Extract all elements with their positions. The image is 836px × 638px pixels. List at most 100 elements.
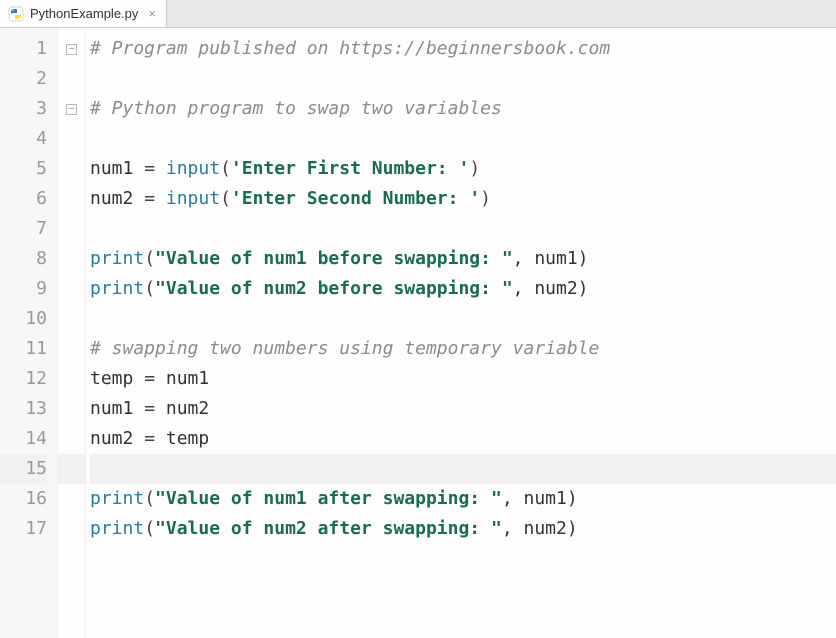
code-line[interactable]: # Python program to swap two variables xyxy=(90,94,836,124)
code-token: input xyxy=(166,188,220,209)
editor: 1234567891011121314151617 −− # Program p… xyxy=(0,28,836,638)
fold-marker[interactable]: − xyxy=(58,94,85,124)
line-number: 11 xyxy=(0,334,47,364)
code-token: ( xyxy=(144,278,155,299)
fold-gutter: −− xyxy=(58,28,86,638)
fold-marker xyxy=(58,184,85,214)
line-number-gutter: 1234567891011121314151617 xyxy=(0,28,58,638)
code-token: ( xyxy=(144,518,155,539)
code-token: print xyxy=(90,518,144,539)
code-token: num2 xyxy=(90,188,144,209)
code-token: , num2) xyxy=(502,518,578,539)
line-number: 3 xyxy=(0,94,47,124)
code-token: = xyxy=(144,188,166,209)
code-area[interactable]: # Program published on https://beginners… xyxy=(86,28,836,638)
fold-marker xyxy=(58,394,85,424)
fold-marker[interactable]: − xyxy=(58,34,85,64)
line-number: 7 xyxy=(0,214,47,244)
line-number: 1 xyxy=(0,34,47,64)
fold-marker xyxy=(58,424,85,454)
code-token: num2 xyxy=(166,398,209,419)
fold-marker xyxy=(58,364,85,394)
fold-marker xyxy=(58,64,85,94)
python-file-icon xyxy=(8,6,24,22)
code-token: ( xyxy=(220,188,231,209)
code-token: print xyxy=(90,488,144,509)
code-token: "Value of num2 before swapping: " xyxy=(155,278,513,299)
code-token: = xyxy=(144,428,166,449)
file-tab[interactable]: PythonExample.py × xyxy=(0,0,167,27)
code-token: , num1) xyxy=(502,488,578,509)
code-token: "Value of num2 after swapping: " xyxy=(155,518,502,539)
code-token: temp xyxy=(166,428,209,449)
fold-marker xyxy=(58,304,85,334)
line-number: 14 xyxy=(0,424,47,454)
code-token: ( xyxy=(144,248,155,269)
code-token: , num1) xyxy=(513,248,589,269)
code-token: # Python program to swap two variables xyxy=(90,98,502,119)
fold-marker xyxy=(58,214,85,244)
code-token: ) xyxy=(480,188,491,209)
line-number: 4 xyxy=(0,124,47,154)
code-line[interactable]: # swapping two numbers using temporary v… xyxy=(90,334,836,364)
code-token: num1 xyxy=(90,158,144,179)
code-line[interactable]: print("Value of num2 after swapping: ", … xyxy=(90,514,836,544)
code-token: print xyxy=(90,278,144,299)
code-token: num1 xyxy=(166,368,209,389)
code-line[interactable]: # Program published on https://beginners… xyxy=(90,34,836,64)
code-line[interactable]: print("Value of num1 after swapping: ", … xyxy=(90,484,836,514)
code-line[interactable] xyxy=(90,454,836,484)
code-token: "Value of num1 after swapping: " xyxy=(155,488,502,509)
code-line[interactable] xyxy=(90,124,836,154)
fold-marker xyxy=(58,154,85,184)
line-number: 2 xyxy=(0,64,47,94)
code-line[interactable]: num2 = temp xyxy=(90,424,836,454)
code-token: 'Enter First Number: ' xyxy=(231,158,469,179)
code-token: input xyxy=(166,158,220,179)
code-line[interactable]: print("Value of num2 before swapping: ",… xyxy=(90,274,836,304)
code-token: = xyxy=(144,158,166,179)
code-token: 'Enter Second Number: ' xyxy=(231,188,480,209)
fold-marker xyxy=(58,484,85,514)
line-number: 9 xyxy=(0,274,47,304)
line-number: 5 xyxy=(0,154,47,184)
code-line[interactable]: num1 = input('Enter First Number: ') xyxy=(90,154,836,184)
code-token: temp xyxy=(90,368,144,389)
code-token: # Program published on https://beginners… xyxy=(90,38,610,59)
code-token: ( xyxy=(144,488,155,509)
code-token: # swapping two numbers using temporary v… xyxy=(90,338,599,359)
code-line[interactable]: print("Value of num1 before swapping: ",… xyxy=(90,244,836,274)
line-number: 10 xyxy=(0,304,47,334)
code-line[interactable]: num2 = input('Enter Second Number: ') xyxy=(90,184,836,214)
code-token: "Value of num1 before swapping: " xyxy=(155,248,513,269)
line-number: 16 xyxy=(0,484,47,514)
code-token: print xyxy=(90,248,144,269)
code-token: , num2) xyxy=(513,278,589,299)
line-number: 13 xyxy=(0,394,47,424)
fold-marker xyxy=(58,334,85,364)
code-line[interactable]: num1 = num2 xyxy=(90,394,836,424)
line-number: 12 xyxy=(0,364,47,394)
tab-filename: PythonExample.py xyxy=(30,6,138,21)
code-line[interactable] xyxy=(90,64,836,94)
fold-marker xyxy=(58,124,85,154)
code-token: num2 xyxy=(90,428,144,449)
code-token: = xyxy=(144,398,166,419)
line-number: 15 xyxy=(0,454,47,484)
code-line[interactable] xyxy=(90,214,836,244)
code-token: ) xyxy=(469,158,480,179)
code-line[interactable]: temp = num1 xyxy=(90,364,836,394)
line-number: 8 xyxy=(0,244,47,274)
code-token: ( xyxy=(220,158,231,179)
fold-marker xyxy=(58,244,85,274)
line-number: 6 xyxy=(0,184,47,214)
code-line[interactable] xyxy=(90,304,836,334)
fold-marker xyxy=(58,514,85,544)
close-icon[interactable]: × xyxy=(148,6,156,21)
code-token: num1 xyxy=(90,398,144,419)
line-number: 17 xyxy=(0,514,47,544)
fold-marker xyxy=(58,454,85,484)
tab-bar: PythonExample.py × xyxy=(0,0,836,28)
code-token: = xyxy=(144,368,166,389)
fold-marker xyxy=(58,274,85,304)
